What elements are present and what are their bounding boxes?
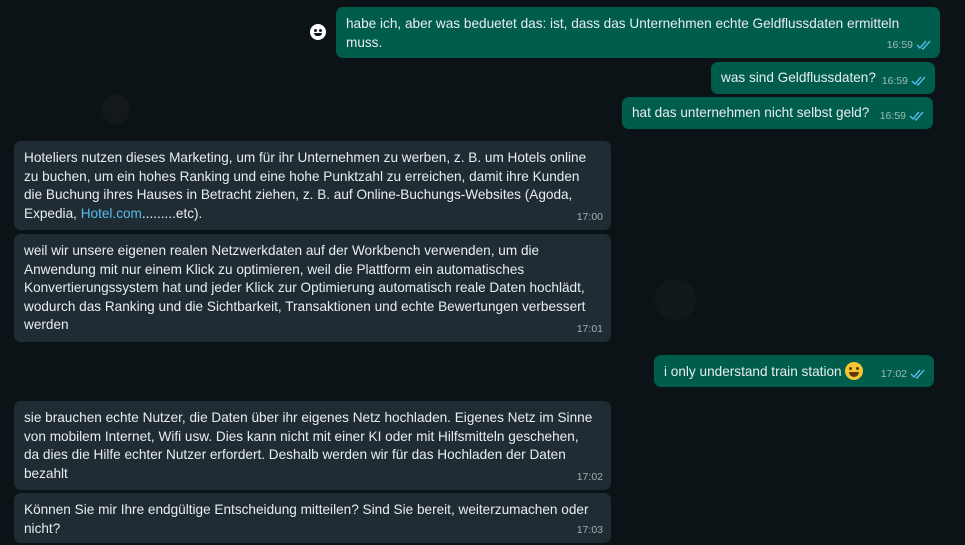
message-time: 16:59 [879,109,906,122]
message-time: 16:59 [886,38,913,51]
outgoing-message[interactable]: i only understand train station 17:02 [654,355,934,387]
message-time: 17:03 [576,523,603,536]
message-text: habe ich, aber was beduetet das: ist, da… [346,16,900,50]
message-meta: 16:59 [880,107,925,126]
incoming-message[interactable]: Können Sie mir Ihre endgültige Entscheid… [14,493,611,543]
message-meta: 16:59 [882,72,927,91]
message-time: 16:59 [881,74,908,87]
outgoing-message[interactable]: hat das unternehmen nicht selbst geld? 1… [622,97,933,129]
message-text-part: .........etc). [141,205,203,221]
message-time: 17:01 [576,322,603,335]
emoji-reaction-icon[interactable] [310,24,326,40]
message-meta: 17:03 [577,521,603,540]
double-check-read-icon [911,76,926,87]
message-text-part: i only understand train station [664,364,842,379]
message-meta: 16:59 [887,36,932,55]
message-time: 17:00 [576,210,603,223]
incoming-message[interactable]: Hoteliers nutzen dieses Marketing, um fü… [14,141,611,230]
message-text: sie brauchen echte Nutzer, die Daten übe… [24,410,593,481]
outgoing-message[interactable]: was sind Geldflussdaten? 16:59 [711,62,935,94]
double-check-read-icon [909,111,924,122]
message-time: 17:02 [576,470,603,483]
incoming-message[interactable]: weil wir unsere eigenen realen Netzwerkd… [14,234,611,342]
grinning-sweat-emoji [844,362,863,380]
outgoing-message[interactable]: habe ich, aber was beduetet das: ist, da… [336,7,940,58]
message-meta: 17:00 [577,208,603,227]
hotel-link[interactable]: Hotel.com [81,206,142,221]
double-check-read-icon [910,369,925,380]
incoming-message[interactable]: sie brauchen echte Nutzer, die Daten übe… [14,401,611,490]
message-meta: 17:01 [577,320,603,339]
message-time: 17:02 [880,367,907,380]
message-text: Können Sie mir Ihre endgültige Entscheid… [24,502,589,536]
message-meta: 17:02 [577,468,603,487]
message-text: weil wir unsere eigenen realen Netzwerkd… [24,243,586,332]
double-check-read-icon [916,40,931,51]
message-text: Hoteliers nutzen dieses Marketing, um fü… [24,149,601,223]
message-meta: 17:02 [881,365,926,384]
